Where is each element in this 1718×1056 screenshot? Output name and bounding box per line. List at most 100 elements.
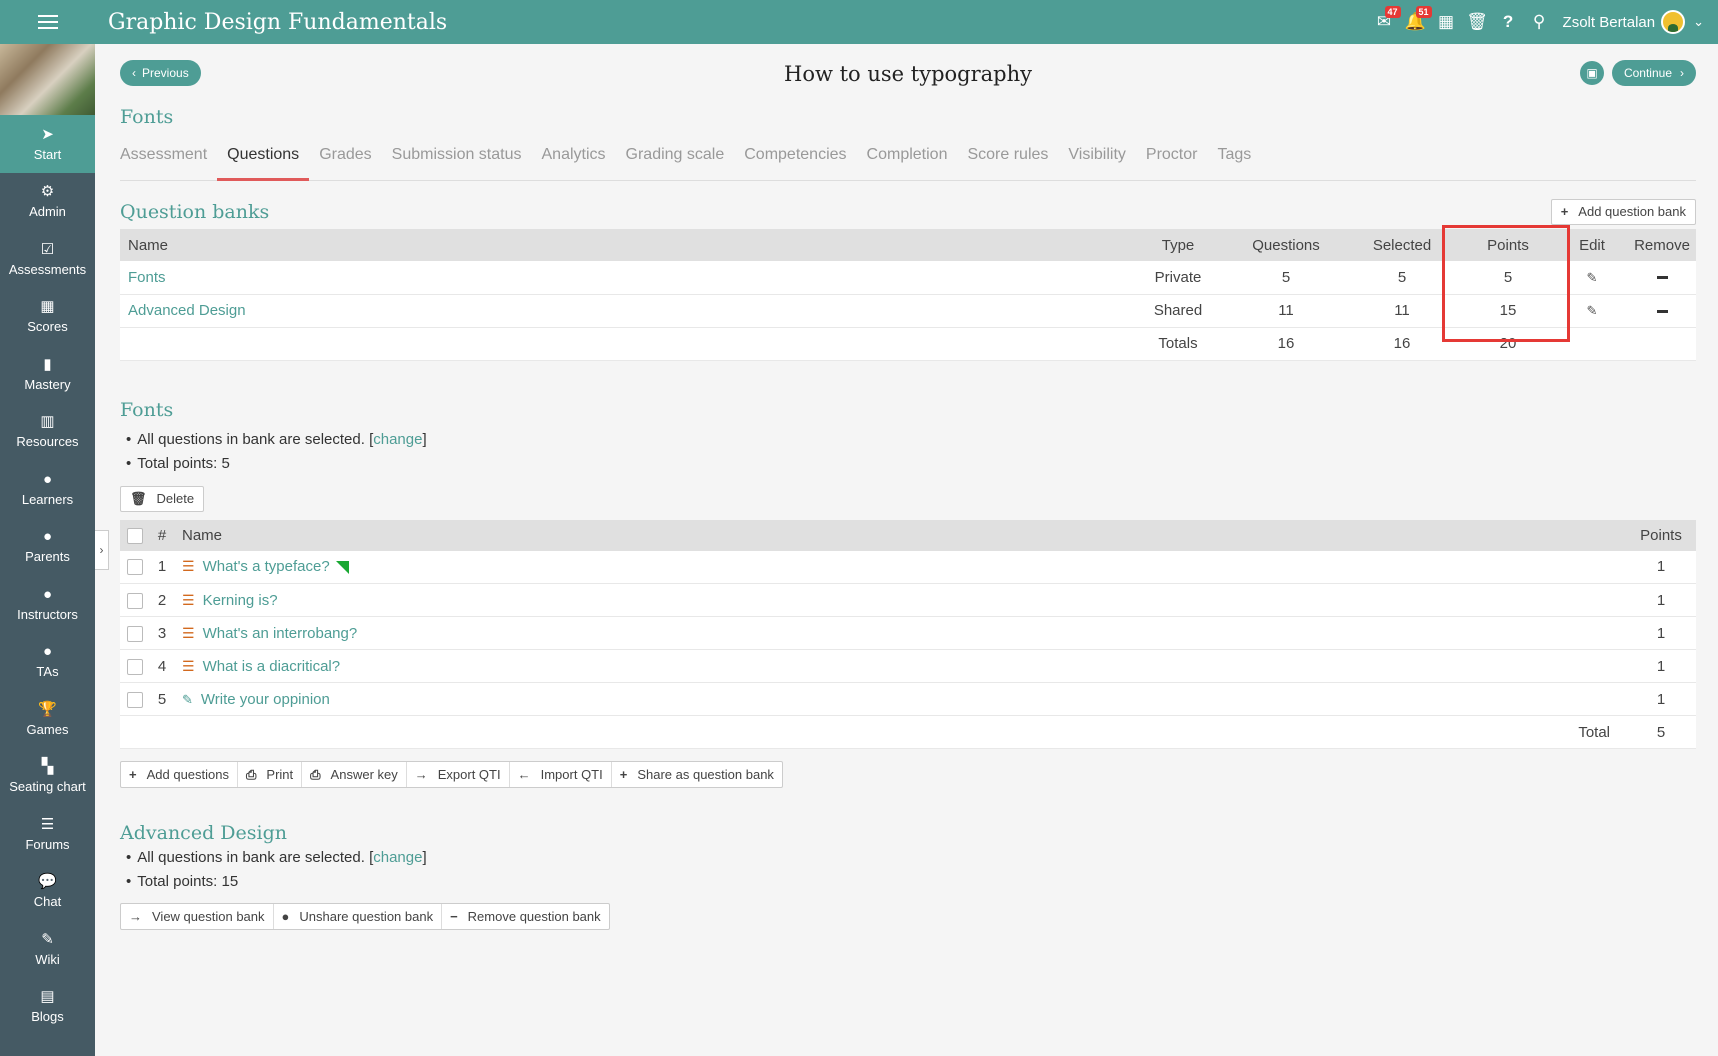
bank-points: 5 (1460, 261, 1556, 295)
sidebar-item-forums[interactable]: ☰ Forums (0, 805, 95, 863)
bank-name-link[interactable]: Advanced Design (120, 294, 1128, 328)
remove-question-bank-button[interactable]: − Remove question bank (442, 904, 609, 929)
sidebar-item-mastery[interactable]: ▮ Mastery (0, 345, 95, 403)
arrow-left-icon: ← (517, 767, 531, 782)
unshare-label: Unshare question bank (299, 909, 434, 924)
user-name[interactable]: Zsolt Bertalan (1563, 14, 1656, 31)
tab-completion[interactable]: Completion (857, 142, 958, 181)
search-icon[interactable]: ⚲ (1524, 0, 1555, 44)
bank-name-link[interactable]: Fonts (120, 261, 1128, 295)
pencil-icon: ✎ (182, 691, 193, 707)
messages-icon[interactable]: ✉ 47 (1369, 0, 1401, 44)
unshare-question-bank-button[interactable]: ● Unshare question bank (274, 904, 443, 929)
question-link[interactable]: What is a diacritical? (203, 658, 341, 675)
minus-icon[interactable] (1656, 309, 1668, 313)
menu-icon[interactable] (0, 0, 95, 44)
tab-assessment[interactable]: Assessment (120, 142, 217, 181)
chevron-down-icon[interactable]: ⌄ (1693, 14, 1704, 30)
course-title[interactable]: Graphic Design Fundamentals (108, 10, 1369, 35)
course-thumbnail[interactable] (0, 44, 95, 115)
books-icon: ▥ (40, 413, 55, 431)
add-questions-button[interactable]: + Add questions (121, 762, 238, 787)
import-qti-button[interactable]: ← Import QTI (510, 762, 612, 787)
sidebar-item-seating-chart[interactable]: ▚ Seating chart (0, 748, 95, 806)
change-link[interactable]: change (373, 431, 422, 448)
sidebar-item-tas[interactable]: ● TAs (0, 633, 95, 691)
tab-grading-scale[interactable]: Grading scale (616, 142, 735, 181)
sidebar-item-label: TAs (36, 664, 59, 680)
chat-bubble-icon: 💬 (38, 873, 57, 891)
add-question-bank-button[interactable]: + Add question bank (1550, 198, 1696, 225)
totals-points: 20 (1460, 327, 1556, 361)
notes-icon[interactable]: ▣ (1580, 61, 1604, 85)
pencil-icon[interactable]: ✎ (1587, 303, 1598, 318)
sidebar-item-chat[interactable]: 💬 Chat (0, 863, 95, 921)
tab-competencies[interactable]: Competencies (734, 142, 856, 181)
question-link[interactable]: What's an interrobang? (203, 625, 358, 642)
question-num: 4 (150, 649, 174, 683)
tab-grades[interactable]: Grades (309, 142, 381, 181)
tab-proctor[interactable]: Proctor (1136, 142, 1208, 181)
row-checkbox[interactable] (127, 592, 143, 609)
avatar[interactable] (1661, 10, 1686, 34)
change-link[interactable]: change (373, 849, 422, 866)
sidebar-item-blogs[interactable]: ▤ Blogs (0, 978, 95, 1036)
edit-cell: ✎ (1556, 261, 1628, 295)
sidebar-item-label: Assessments (8, 261, 87, 277)
tab-questions[interactable]: Questions (217, 142, 310, 181)
select-all-checkbox[interactable] (127, 527, 143, 544)
tab-visibility[interactable]: Visibility (1058, 142, 1136, 181)
sidebar-item-assessments[interactable]: ☑ Assessments (0, 230, 95, 288)
total-value: 5 (1626, 715, 1696, 749)
sidebar-item-scores[interactable]: ▦ Scores (0, 288, 95, 346)
sidebar-item-learners[interactable]: ● Learners (0, 460, 95, 518)
sidebar-item-parents[interactable]: ● Parents (0, 518, 95, 576)
remove-cell (1628, 261, 1696, 295)
question-num: 1 (150, 550, 174, 584)
tab-submission-status[interactable]: Submission status (382, 142, 532, 181)
column-header-remove: Remove (1628, 229, 1696, 261)
continue-button[interactable]: Continue › (1611, 60, 1696, 86)
sidebar-item-wiki[interactable]: ✎ Wiki (0, 920, 95, 978)
calendar-grid-icon[interactable]: ▦ (1431, 0, 1462, 44)
answer-key-button[interactable]: ⎙ Answer key (302, 762, 407, 787)
question-link[interactable]: What's a typeface? (203, 558, 330, 575)
row-checkbox[interactable] (127, 658, 143, 675)
question-link[interactable]: Kerning is? (203, 592, 278, 609)
person-icon: ● (42, 643, 53, 661)
tab-analytics[interactable]: Analytics (532, 142, 616, 181)
share-as-question-bank-button[interactable]: + Share as question bank (612, 762, 782, 787)
advanced-section-info: All questions in bank are selected. [cha… (126, 846, 1696, 894)
sidebar-item-admin[interactable]: ⚙ Admin (0, 173, 95, 231)
question-link[interactable]: Write your oppinion (201, 691, 330, 708)
sidebar-item-instructors[interactable]: ● Instructors (0, 575, 95, 633)
pencil-icon[interactable]: ✎ (1587, 270, 1598, 285)
sidebar-item-resources[interactable]: ▥ Resources (0, 403, 95, 461)
trash-icon: 🗑 (130, 490, 147, 506)
export-qti-button[interactable]: → Export QTI (407, 762, 510, 787)
trash-icon[interactable]: 🗑 (1462, 0, 1493, 44)
question-points: 1 (1626, 649, 1696, 683)
minus-icon[interactable] (1656, 276, 1668, 280)
sidebar-toggle[interactable]: › (95, 530, 109, 570)
sidebar-item-start[interactable]: ➤ Start (0, 115, 95, 173)
question-points: 1 (1626, 682, 1696, 716)
print-button[interactable]: ⎙ Print (238, 762, 303, 787)
row-checkbox[interactable] (127, 625, 143, 642)
tab-tags[interactable]: Tags (1207, 142, 1261, 181)
gear-icon: ⚙ (40, 183, 55, 201)
view-question-bank-button[interactable]: → View question bank (121, 904, 274, 929)
answer-key-label: Answer key (330, 767, 398, 782)
sidebar-item-games[interactable]: 🏆 Games (0, 690, 95, 748)
delete-button[interactable]: 🗑 Delete (120, 485, 205, 512)
sidebar-item-label: Resources (16, 434, 79, 450)
row-checkbox[interactable] (127, 691, 143, 708)
column-header-points: Points (1460, 229, 1556, 261)
tab-score-rules[interactable]: Score rules (957, 142, 1058, 181)
page-title: How to use typography (784, 62, 1032, 86)
bell-icon[interactable]: 🔔 51 (1400, 0, 1432, 44)
row-checkbox[interactable] (127, 559, 143, 576)
sidebar-item-label: Scores (27, 319, 68, 335)
arrow-right-icon: → (414, 767, 428, 782)
help-icon[interactable]: ? (1493, 0, 1524, 44)
